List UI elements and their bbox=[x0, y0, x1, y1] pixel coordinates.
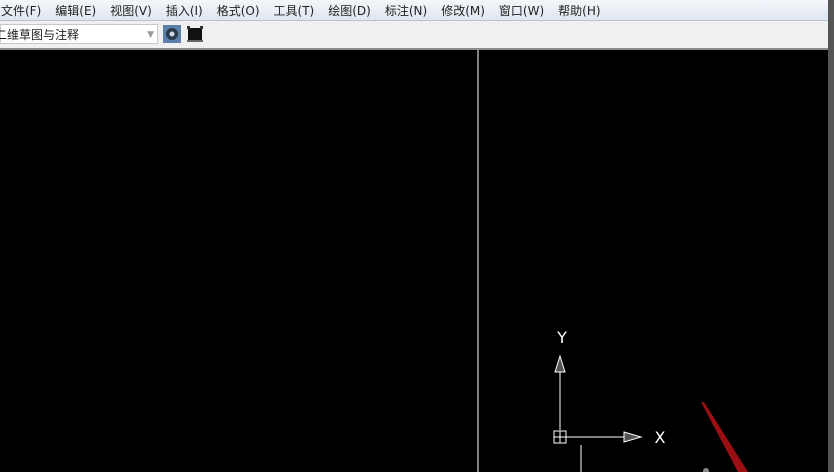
menu-tools[interactable]: 工具(T) bbox=[274, 2, 315, 19]
menu-format[interactable]: 格式(O) bbox=[217, 2, 260, 19]
workspace-select[interactable]: 二维草图与注释 ▼ bbox=[0, 24, 158, 44]
drawing-canvas[interactable]: Y X bbox=[4, 50, 828, 472]
clean-screen-button[interactable] bbox=[186, 25, 204, 43]
window-border bbox=[828, 0, 834, 472]
ucs-y-label: Y bbox=[556, 328, 567, 347]
menu-help[interactable]: 帮助(H) bbox=[558, 2, 600, 19]
menu-view[interactable]: 视图(V) bbox=[110, 2, 152, 19]
ucs-icon bbox=[553, 354, 643, 472]
cursor-mark bbox=[703, 468, 709, 472]
workspace-value: 二维草图与注释 bbox=[0, 28, 80, 42]
workspace-settings-button[interactable] bbox=[163, 25, 181, 43]
menu-dimension[interactable]: 标注(N) bbox=[385, 2, 427, 19]
menu-draw[interactable]: 绘图(D) bbox=[328, 2, 371, 19]
menu-window[interactable]: 窗口(W) bbox=[499, 2, 544, 19]
gear-icon bbox=[163, 25, 181, 43]
menu-edit[interactable]: 编辑(E) bbox=[55, 2, 96, 19]
ucs-x-label: X bbox=[655, 428, 666, 447]
menu-insert[interactable]: 插入(I) bbox=[166, 2, 203, 19]
menu-modify[interactable]: 修改(M) bbox=[441, 2, 485, 19]
workspace-toolbar: 二维草图与注释 ▼ bbox=[0, 21, 828, 50]
chevron-down-icon: ▼ bbox=[147, 30, 154, 40]
menu-bar: 文件(F) 编辑(E) 视图(V) 插入(I) 格式(O) 工具(T) 绘图(D… bbox=[0, 0, 828, 21]
pointer-arrow-icon bbox=[701, 402, 748, 472]
clean-screen-icon bbox=[187, 26, 203, 42]
menu-file[interactable]: 文件(F) bbox=[1, 2, 41, 19]
